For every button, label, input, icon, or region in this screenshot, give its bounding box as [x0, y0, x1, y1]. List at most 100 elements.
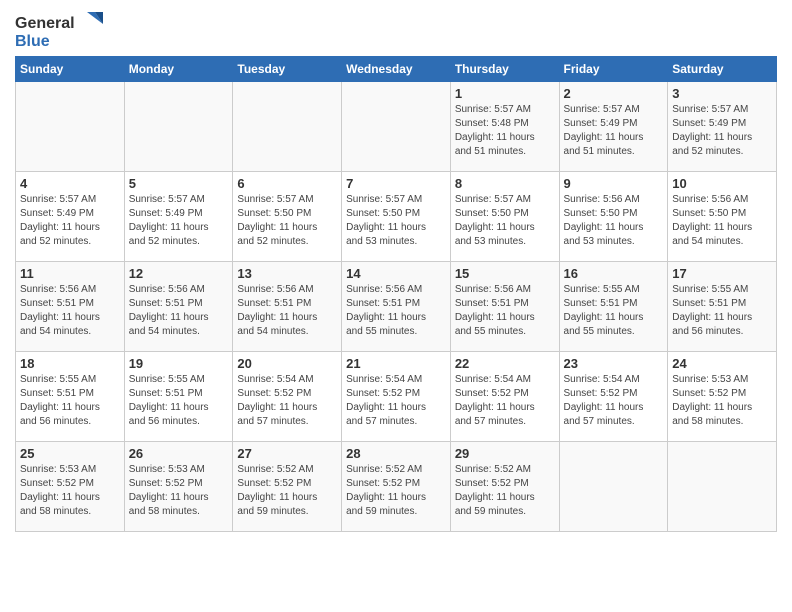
- day-number: 29: [455, 446, 555, 461]
- calendar-cell: 22 Sunrise: 5:54 AM Sunset: 5:52 PM Dayli…: [450, 352, 559, 442]
- calendar-cell: 24 Sunrise: 5:53 AM Sunset: 5:52 PM Dayli…: [668, 352, 777, 442]
- day-number: 21: [346, 356, 446, 371]
- day-number: 20: [237, 356, 337, 371]
- calendar-body: 1Sunrise: 5:57 AM Sunset: 5:48 PM Daylig…: [16, 82, 777, 532]
- day-info: Sunrise: 5:56 AM Sunset: 5:51 PM Dayligh…: [20, 283, 120, 339]
- day-info: Sunrise: 5:52 AM Sunset: 5:52 PM Dayligh…: [455, 463, 555, 519]
- calendar-cell: 27 Sunrise: 5:52 AM Sunset: 5:52 PM Dayli…: [233, 442, 342, 532]
- day-info: Sunrise: 5:54 AM Sunset: 5:52 PM Dayligh…: [237, 373, 337, 429]
- calendar-cell: [16, 82, 125, 172]
- day-number: 23: [564, 356, 664, 371]
- logo: GeneralBlue: [15, 10, 105, 50]
- day-info: Sunrise: 5:56 AM Sunset: 5:51 PM Dayligh…: [346, 283, 446, 339]
- calendar-cell: [233, 82, 342, 172]
- day-number: 24: [672, 356, 772, 371]
- day-of-week-header: Sunday: [16, 57, 125, 82]
- calendar-cell: [668, 442, 777, 532]
- day-info: Sunrise: 5:56 AM Sunset: 5:50 PM Dayligh…: [672, 193, 772, 249]
- day-number: 25: [20, 446, 120, 461]
- day-of-week-header: Saturday: [668, 57, 777, 82]
- calendar-week-row: 4 Sunrise: 5:57 AM Sunset: 5:49 PM Daylig…: [16, 172, 777, 262]
- calendar-cell: [342, 82, 451, 172]
- day-info: Sunrise: 5:54 AM Sunset: 5:52 PM Dayligh…: [455, 373, 555, 429]
- calendar-cell: 17 Sunrise: 5:55 AM Sunset: 5:51 PM Dayli…: [668, 262, 777, 352]
- calendar-cell: 23 Sunrise: 5:54 AM Sunset: 5:52 PM Dayli…: [559, 352, 668, 442]
- day-info: Sunrise: 5:57 AM Sunset: 5:49 PM Dayligh…: [20, 193, 120, 249]
- day-number: 5: [129, 176, 229, 191]
- day-of-week-header: Thursday: [450, 57, 559, 82]
- day-number: 19: [129, 356, 229, 371]
- day-number: 2: [564, 86, 664, 101]
- day-info: Sunrise: 5:55 AM Sunset: 5:51 PM Dayligh…: [20, 373, 120, 429]
- calendar-cell: 11 Sunrise: 5:56 AM Sunset: 5:51 PM Dayli…: [16, 262, 125, 352]
- day-number: 13: [237, 266, 337, 281]
- day-of-week-header: Wednesday: [342, 57, 451, 82]
- day-number: 16: [564, 266, 664, 281]
- day-info: Sunrise: 5:57 AM Sunset: 5:48 PM Dayligh…: [455, 103, 555, 159]
- day-info: Sunrise: 5:57 AM Sunset: 5:50 PM Dayligh…: [346, 193, 446, 249]
- day-of-week-header: Tuesday: [233, 57, 342, 82]
- calendar-cell: 7 Sunrise: 5:57 AM Sunset: 5:50 PM Daylig…: [342, 172, 451, 262]
- day-info: Sunrise: 5:57 AM Sunset: 5:50 PM Dayligh…: [237, 193, 337, 249]
- day-number: 3: [672, 86, 772, 101]
- day-info: Sunrise: 5:57 AM Sunset: 5:49 PM Dayligh…: [564, 103, 664, 159]
- day-number: 22: [455, 356, 555, 371]
- day-info: Sunrise: 5:53 AM Sunset: 5:52 PM Dayligh…: [20, 463, 120, 519]
- day-info: Sunrise: 5:55 AM Sunset: 5:51 PM Dayligh…: [672, 283, 772, 339]
- calendar-cell: 9 Sunrise: 5:56 AM Sunset: 5:50 PM Daylig…: [559, 172, 668, 262]
- calendar-table: SundayMondayTuesdayWednesdayThursdayFrid…: [15, 56, 777, 532]
- day-info: Sunrise: 5:56 AM Sunset: 5:51 PM Dayligh…: [237, 283, 337, 339]
- calendar-cell: 18Sunrise: 5:55 AM Sunset: 5:51 PM Dayli…: [16, 352, 125, 442]
- calendar-cell: 6Sunrise: 5:57 AM Sunset: 5:50 PM Daylig…: [233, 172, 342, 262]
- calendar-header-row: SundayMondayTuesdayWednesdayThursdayFrid…: [16, 57, 777, 82]
- calendar-week-row: 25 Sunrise: 5:53 AM Sunset: 5:52 PM Dayli…: [16, 442, 777, 532]
- calendar-cell: 13 Sunrise: 5:56 AM Sunset: 5:51 PM Dayli…: [233, 262, 342, 352]
- day-number: 11: [20, 266, 120, 281]
- day-number: 27: [237, 446, 337, 461]
- day-number: 17: [672, 266, 772, 281]
- calendar-cell: 4 Sunrise: 5:57 AM Sunset: 5:49 PM Daylig…: [16, 172, 125, 262]
- calendar-cell: 15Sunrise: 5:56 AM Sunset: 5:51 PM Dayli…: [450, 262, 559, 352]
- day-info: Sunrise: 5:55 AM Sunset: 5:51 PM Dayligh…: [129, 373, 229, 429]
- calendar-cell: 8 Sunrise: 5:57 AM Sunset: 5:50 PM Daylig…: [450, 172, 559, 262]
- svg-text:General: General: [15, 15, 75, 32]
- calendar-cell: 29 Sunrise: 5:52 AM Sunset: 5:52 PM Dayli…: [450, 442, 559, 532]
- calendar-cell: 10Sunrise: 5:56 AM Sunset: 5:50 PM Dayli…: [668, 172, 777, 262]
- day-info: Sunrise: 5:57 AM Sunset: 5:49 PM Dayligh…: [672, 103, 772, 159]
- calendar-week-row: 11 Sunrise: 5:56 AM Sunset: 5:51 PM Dayli…: [16, 262, 777, 352]
- day-number: 28: [346, 446, 446, 461]
- calendar-cell: 19 Sunrise: 5:55 AM Sunset: 5:51 PM Dayli…: [124, 352, 233, 442]
- day-number: 14: [346, 266, 446, 281]
- day-info: Sunrise: 5:53 AM Sunset: 5:52 PM Dayligh…: [672, 373, 772, 429]
- day-info: Sunrise: 5:57 AM Sunset: 5:50 PM Dayligh…: [455, 193, 555, 249]
- day-info: Sunrise: 5:55 AM Sunset: 5:51 PM Dayligh…: [564, 283, 664, 339]
- day-info: Sunrise: 5:54 AM Sunset: 5:52 PM Dayligh…: [346, 373, 446, 429]
- day-of-week-header: Friday: [559, 57, 668, 82]
- svg-text:Blue: Blue: [15, 33, 50, 50]
- calendar-cell: 14 Sunrise: 5:56 AM Sunset: 5:51 PM Dayli…: [342, 262, 451, 352]
- day-number: 26: [129, 446, 229, 461]
- calendar-cell: 1Sunrise: 5:57 AM Sunset: 5:48 PM Daylig…: [450, 82, 559, 172]
- page-header: GeneralBlue: [15, 10, 777, 50]
- calendar-cell: 3 Sunrise: 5:57 AM Sunset: 5:49 PM Daylig…: [668, 82, 777, 172]
- calendar-week-row: 18Sunrise: 5:55 AM Sunset: 5:51 PM Dayli…: [16, 352, 777, 442]
- day-info: Sunrise: 5:56 AM Sunset: 5:51 PM Dayligh…: [129, 283, 229, 339]
- calendar-cell: 2 Sunrise: 5:57 AM Sunset: 5:49 PM Daylig…: [559, 82, 668, 172]
- day-info: Sunrise: 5:54 AM Sunset: 5:52 PM Dayligh…: [564, 373, 664, 429]
- calendar-cell: 20 Sunrise: 5:54 AM Sunset: 5:52 PM Dayli…: [233, 352, 342, 442]
- calendar-cell: 12Sunrise: 5:56 AM Sunset: 5:51 PM Dayli…: [124, 262, 233, 352]
- day-number: 7: [346, 176, 446, 191]
- day-number: 9: [564, 176, 664, 191]
- calendar-cell: 5Sunrise: 5:57 AM Sunset: 5:49 PM Daylig…: [124, 172, 233, 262]
- calendar-cell: 26Sunrise: 5:53 AM Sunset: 5:52 PM Dayli…: [124, 442, 233, 532]
- day-number: 8: [455, 176, 555, 191]
- day-info: Sunrise: 5:52 AM Sunset: 5:52 PM Dayligh…: [237, 463, 337, 519]
- calendar-cell: [124, 82, 233, 172]
- day-info: Sunrise: 5:52 AM Sunset: 5:52 PM Dayligh…: [346, 463, 446, 519]
- calendar-cell: 25 Sunrise: 5:53 AM Sunset: 5:52 PM Dayli…: [16, 442, 125, 532]
- calendar-cell: 16 Sunrise: 5:55 AM Sunset: 5:51 PM Dayli…: [559, 262, 668, 352]
- day-info: Sunrise: 5:56 AM Sunset: 5:51 PM Dayligh…: [455, 283, 555, 339]
- day-info: Sunrise: 5:56 AM Sunset: 5:50 PM Dayligh…: [564, 193, 664, 249]
- day-number: 4: [20, 176, 120, 191]
- calendar-cell: 28 Sunrise: 5:52 AM Sunset: 5:52 PM Dayli…: [342, 442, 451, 532]
